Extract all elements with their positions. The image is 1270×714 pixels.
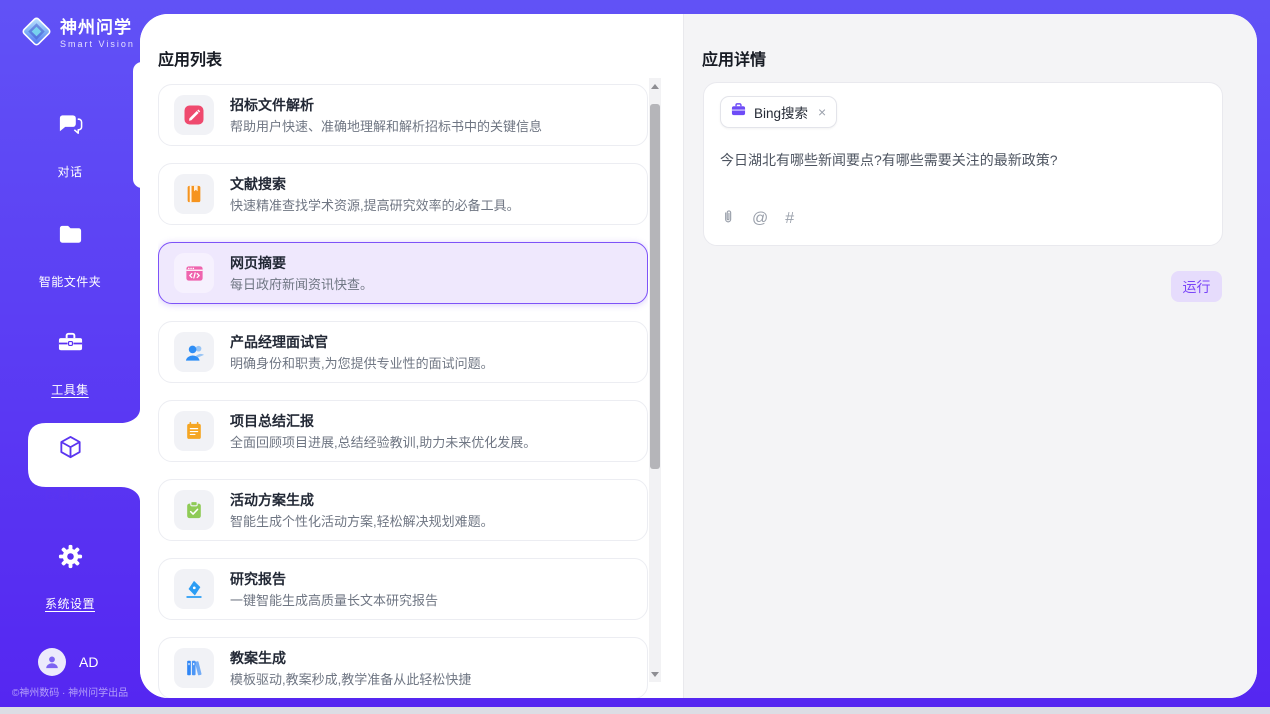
app-title: 网页摘要 bbox=[230, 256, 373, 270]
sidebar-item-toolset[interactable]: 工具集 bbox=[0, 329, 140, 399]
run-button[interactable]: 运行 bbox=[1171, 271, 1222, 302]
window-edge-bump bbox=[133, 62, 143, 188]
brand-subtitle: Smart Vision bbox=[60, 39, 135, 49]
app-detail-panel: 应用详情 Bing搜索 × 今日湖北有哪些新闻要点?有哪些需要关注的最新政策? bbox=[683, 14, 1257, 698]
scroll-down-icon[interactable] bbox=[649, 667, 661, 681]
app-list-panel: 应用列表 招标文件解析 帮助用户快速、准确地理解和解析招标书中的关键信息 bbox=[140, 14, 683, 698]
sidebar-item-label: 智能文件夹 bbox=[39, 273, 102, 290]
app-card-event-plan[interactable]: 活动方案生成 智能生成个性化活动方案,轻松解决规划难题。 bbox=[158, 479, 648, 541]
user-initials: AD bbox=[79, 654, 98, 670]
app-desc: 帮助用户快速、准确地理解和解析招标书中的关键信息 bbox=[230, 120, 542, 133]
prompt-text[interactable]: 今日湖北有哪些新闻要点?有哪些需要关注的最新政策? bbox=[720, 151, 1206, 171]
scroll-up-icon[interactable] bbox=[649, 79, 661, 93]
clipboard-check-icon bbox=[174, 490, 214, 530]
browser-code-icon bbox=[174, 253, 214, 293]
app-title: 研究报告 bbox=[230, 572, 438, 586]
main-window: 应用列表 招标文件解析 帮助用户快速、准确地理解和解析招标书中的关键信息 bbox=[140, 14, 1257, 698]
app-card-project-summary[interactable]: 项目总结汇报 全面回顾项目进展,总结经验教训,助力未来优化发展。 bbox=[158, 400, 648, 462]
briefcase-icon bbox=[731, 102, 746, 122]
cube-icon bbox=[0, 434, 140, 461]
app-card-list: 招标文件解析 帮助用户快速、准确地理解和解析招标书中的关键信息 文献搜索 快速精… bbox=[158, 84, 648, 698]
brand-logo: 神州问学 Smart Vision bbox=[20, 15, 135, 53]
note-icon bbox=[174, 411, 214, 451]
prompt-card[interactable]: Bing搜索 × 今日湖北有哪些新闻要点?有哪些需要关注的最新政策? @ # bbox=[703, 82, 1223, 246]
prompt-toolbar: @ # bbox=[721, 208, 794, 230]
page-bottom-strip bbox=[0, 707, 1270, 714]
sidebar-item-label: 应用市场 bbox=[45, 486, 95, 503]
app-desc: 一键智能生成高质量长文本研究报告 bbox=[230, 594, 438, 607]
book-icon bbox=[174, 174, 214, 214]
hashtag-icon[interactable]: # bbox=[785, 211, 794, 227]
app-desc: 全面回顾项目进展,总结经验教训,助力未来优化发展。 bbox=[230, 436, 536, 449]
report-pen-icon bbox=[174, 569, 214, 609]
edit-square-icon bbox=[174, 95, 214, 135]
app-card-web-summary[interactable]: 网页摘要 每日政府新闻资讯快查。 bbox=[158, 242, 648, 304]
app-card-literature-search[interactable]: 文献搜索 快速精准查找学术资源,提高研究效率的必备工具。 bbox=[158, 163, 648, 225]
sidebar-item-chat[interactable]: 对话 bbox=[0, 111, 140, 181]
app-desc: 快速精准查找学术资源,提高研究效率的必备工具。 bbox=[230, 199, 520, 212]
mention-icon[interactable]: @ bbox=[752, 211, 768, 227]
app-title: 文献搜索 bbox=[230, 177, 520, 191]
brand-diamond-icon bbox=[20, 15, 53, 53]
person-icon bbox=[174, 332, 214, 372]
sidebar-item-settings[interactable]: 系统设置 bbox=[0, 543, 140, 613]
app-desc: 模板驱动,教案秒成,教学准备从此轻松快捷 bbox=[230, 673, 471, 686]
toolbox-icon bbox=[0, 329, 140, 356]
app-title: 招标文件解析 bbox=[230, 98, 542, 112]
footer-credit: ©神州数码 · 神州问学出品 bbox=[0, 684, 140, 699]
app-title: 活动方案生成 bbox=[230, 493, 494, 507]
scroll-thumb[interactable] bbox=[650, 104, 660, 469]
sidebar-item-smart-folder[interactable]: 智能文件夹 bbox=[0, 221, 140, 291]
app-desc: 明确身份和职责,为您提供专业性的面试问题。 bbox=[230, 357, 494, 370]
app-card-lesson-plan[interactable]: 教案生成 模板驱动,教案秒成,教学准备从此轻松快捷 bbox=[158, 637, 648, 698]
app-title: 教案生成 bbox=[230, 651, 471, 665]
app-card-research-report[interactable]: 研究报告 一键智能生成高质量长文本研究报告 bbox=[158, 558, 648, 620]
tool-chip-label: Bing搜索 bbox=[754, 102, 808, 122]
sidebar-item-label: 系统设置 bbox=[45, 595, 95, 612]
user-account[interactable]: AD bbox=[38, 648, 98, 676]
sidebar-item-app-market[interactable]: 应用市场 bbox=[0, 434, 140, 504]
scrollbar[interactable] bbox=[649, 78, 661, 682]
app-list-title: 应用列表 bbox=[158, 46, 222, 70]
app-card-pm-interviewer[interactable]: 产品经理面试官 明确身份和职责,为您提供专业性的面试问题。 bbox=[158, 321, 648, 383]
gear-icon bbox=[0, 543, 140, 570]
app-desc: 智能生成个性化活动方案,轻松解决规划难题。 bbox=[230, 515, 494, 528]
app-title: 产品经理面试官 bbox=[230, 335, 494, 349]
app-card-bid-parsing[interactable]: 招标文件解析 帮助用户快速、准确地理解和解析招标书中的关键信息 bbox=[158, 84, 648, 146]
app-detail-title: 应用详情 bbox=[702, 46, 766, 70]
books-icon bbox=[174, 648, 214, 688]
chat-icon bbox=[0, 111, 140, 138]
app-title: 项目总结汇报 bbox=[230, 414, 536, 428]
tool-chip-bing-search[interactable]: Bing搜索 × bbox=[720, 96, 837, 128]
person-icon bbox=[43, 653, 61, 671]
sidebar-item-label: 工具集 bbox=[51, 381, 89, 398]
attach-icon[interactable] bbox=[721, 208, 735, 230]
avatar bbox=[38, 648, 66, 676]
sidebar: 神州问学 Smart Vision 对话 智能文件夹 bbox=[0, 0, 140, 707]
app-desc: 每日政府新闻资讯快查。 bbox=[230, 278, 373, 291]
folder-icon bbox=[0, 221, 140, 248]
close-icon[interactable]: × bbox=[818, 104, 826, 120]
sidebar-item-label: 对话 bbox=[57, 163, 82, 180]
brand-name: 神州问学 bbox=[60, 19, 135, 38]
